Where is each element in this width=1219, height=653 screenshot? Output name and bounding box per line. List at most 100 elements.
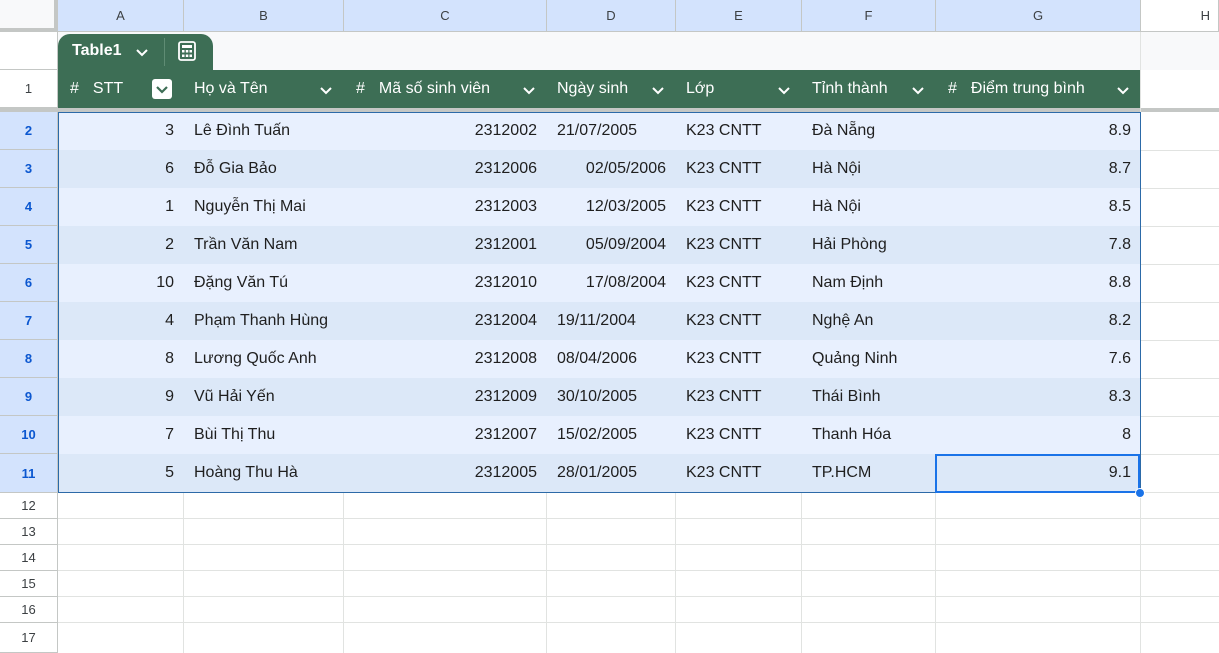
cell-ngay-sinh[interactable]: 08/04/2006 — [547, 340, 676, 378]
cell-ma-so-sinh-vien[interactable]: 2312010 — [344, 264, 547, 302]
cell-ngay-sinh[interactable]: 28/01/2005 — [547, 454, 676, 492]
cell-ho-va-ten[interactable]: Bùi Thị Thu — [184, 416, 344, 454]
row-number-10[interactable]: 10 — [0, 416, 58, 454]
header-tinh-thanh[interactable]: Tỉnh thành — [802, 70, 936, 108]
cell-ma-so-sinh-vien[interactable]: 2312002 — [344, 112, 547, 150]
cell-diem-trung-binh[interactable]: 8.8 — [936, 264, 1141, 302]
fill-handle[interactable] — [1135, 488, 1145, 498]
cell-tinh-thanh[interactable]: Đà Nẵng — [802, 112, 936, 150]
chevron-down-icon[interactable] — [134, 44, 150, 60]
cell-ma-so-sinh-vien[interactable]: 2312001 — [344, 226, 547, 264]
cell-diem-trung-binh[interactable]: 8.9 — [936, 112, 1141, 150]
cell-diem-trung-binh[interactable]: 8.2 — [936, 302, 1141, 340]
cell-ho-va-ten[interactable]: Đỗ Gia Bảo — [184, 150, 344, 188]
chevron-down-icon[interactable] — [1115, 82, 1131, 98]
cell-lop[interactable]: K23 CNTT — [676, 188, 802, 226]
cell-lop[interactable]: K23 CNTT — [676, 454, 802, 492]
cell-stt[interactable]: 5 — [58, 454, 184, 492]
row-number-17[interactable]: 17 — [0, 623, 58, 653]
cell-ho-va-ten[interactable]: Hoàng Thu Hà — [184, 454, 344, 492]
cell-ngay-sinh[interactable]: 12/03/2005 — [547, 188, 676, 226]
cell-ngay-sinh[interactable]: 15/02/2005 — [547, 416, 676, 454]
cell-stt[interactable]: 2 — [58, 226, 184, 264]
row-number-11[interactable]: 11 — [0, 454, 58, 493]
cell-lop[interactable]: K23 CNTT — [676, 416, 802, 454]
row-number-16[interactable]: 16 — [0, 597, 58, 623]
cell-ma-so-sinh-vien[interactable]: 2312009 — [344, 378, 547, 416]
cell-tinh-thanh[interactable]: Quảng Ninh — [802, 340, 936, 378]
row-number-7[interactable]: 7 — [0, 302, 58, 340]
cell-ngay-sinh[interactable]: 05/09/2004 — [547, 226, 676, 264]
cell-stt[interactable]: 3 — [58, 112, 184, 150]
column-header-e[interactable]: E — [676, 0, 802, 32]
cell-diem-trung-binh[interactable]: 7.6 — [936, 340, 1141, 378]
cell-stt[interactable]: 7 — [58, 416, 184, 454]
cell-ngay-sinh[interactable]: 30/10/2005 — [547, 378, 676, 416]
chevron-down-icon[interactable] — [776, 82, 792, 98]
filter-applied-icon[interactable] — [152, 79, 172, 99]
row-number-8[interactable]: 8 — [0, 340, 58, 378]
column-header-h[interactable]: H — [1141, 0, 1219, 32]
chevron-down-icon[interactable] — [318, 82, 334, 98]
cell-lop[interactable]: K23 CNTT — [676, 264, 802, 302]
row-number-2[interactable]: 2 — [0, 112, 58, 150]
select-all-corner[interactable] — [0, 0, 58, 32]
header-ho-va-ten[interactable]: Họ và Tên — [184, 70, 344, 108]
cell-tinh-thanh[interactable]: Thái Bình — [802, 378, 936, 416]
chevron-down-icon[interactable] — [910, 82, 926, 98]
chevron-down-icon[interactable] — [521, 82, 537, 98]
row-number-1[interactable]: 1 — [0, 70, 58, 108]
cell-ngay-sinh[interactable]: 02/05/2006 — [547, 150, 676, 188]
row-number-13[interactable]: 13 — [0, 519, 58, 545]
row-number-9[interactable]: 9 — [0, 378, 58, 416]
cell-ho-va-ten[interactable]: Lê Đình Tuấn — [184, 112, 344, 150]
cell-tinh-thanh[interactable]: Hà Nội — [802, 150, 936, 188]
cell-stt[interactable]: 10 — [58, 264, 184, 302]
table-name[interactable]: Table1 — [72, 42, 122, 60]
header-ma-so-sinh-vien[interactable]: # Mã số sinh viên — [344, 70, 547, 108]
cell-ngay-sinh[interactable]: 21/07/2005 — [547, 112, 676, 150]
cell-stt[interactable]: 1 — [58, 188, 184, 226]
cell-ho-va-ten[interactable]: Nguyễn Thị Mai — [184, 188, 344, 226]
row-number-12[interactable]: 12 — [0, 493, 58, 519]
header-stt[interactable]: # STT — [58, 70, 184, 108]
header-ngay-sinh[interactable]: Ngày sinh — [547, 70, 676, 108]
cell-lop[interactable]: K23 CNTT — [676, 302, 802, 340]
table-name-chip[interactable]: Table1 — [58, 34, 213, 70]
cell-ho-va-ten[interactable]: Phạm Thanh Hùng — [184, 302, 344, 340]
column-header-g[interactable]: G — [936, 0, 1141, 32]
cell-ngay-sinh[interactable]: 17/08/2004 — [547, 264, 676, 302]
column-header-d[interactable]: D — [547, 0, 676, 32]
cell-ma-so-sinh-vien[interactable]: 2312004 — [344, 302, 547, 340]
cell-ho-va-ten[interactable]: Vũ Hải Yến — [184, 378, 344, 416]
row-number-15[interactable]: 15 — [0, 571, 58, 597]
cell-ho-va-ten[interactable]: Trần Văn Nam — [184, 226, 344, 264]
cell-ho-va-ten[interactable]: Lương Quốc Anh — [184, 340, 344, 378]
cell-lop[interactable]: K23 CNTT — [676, 112, 802, 150]
row-number-6[interactable]: 6 — [0, 264, 58, 302]
cell-ma-so-sinh-vien[interactable]: 2312003 — [344, 188, 547, 226]
cell-ho-va-ten[interactable]: Đặng Văn Tú — [184, 264, 344, 302]
column-header-a[interactable]: A — [58, 0, 184, 32]
cell-diem-trung-binh[interactable]: 8.3 — [936, 378, 1141, 416]
column-header-c[interactable]: C — [344, 0, 547, 32]
cell-tinh-thanh[interactable]: TP.HCM — [802, 454, 936, 492]
cell-diem-trung-binh[interactable]: 8.7 — [936, 150, 1141, 188]
cell-stt[interactable]: 8 — [58, 340, 184, 378]
cell-diem-trung-binh[interactable]: 8 — [936, 416, 1141, 454]
cell-stt[interactable]: 4 — [58, 302, 184, 340]
cell-lop[interactable]: K23 CNTT — [676, 150, 802, 188]
cell-tinh-thanh[interactable]: Hải Phòng — [802, 226, 936, 264]
header-diem-trung-binh[interactable]: # Điểm trung bình — [936, 70, 1141, 108]
cell-ma-so-sinh-vien[interactable]: 2312006 — [344, 150, 547, 188]
cell-stt[interactable]: 9 — [58, 378, 184, 416]
column-header-f[interactable]: F — [802, 0, 936, 32]
column-header-b[interactable]: B — [184, 0, 344, 32]
row-number-14[interactable]: 14 — [0, 545, 58, 571]
row-number-5[interactable]: 5 — [0, 226, 58, 264]
row-number-4[interactable]: 4 — [0, 188, 58, 226]
header-lop[interactable]: Lớp — [676, 70, 802, 108]
row-number-3[interactable]: 3 — [0, 150, 58, 188]
calculator-icon[interactable] — [176, 40, 198, 62]
cell-tinh-thanh[interactable]: Thanh Hóa — [802, 416, 936, 454]
